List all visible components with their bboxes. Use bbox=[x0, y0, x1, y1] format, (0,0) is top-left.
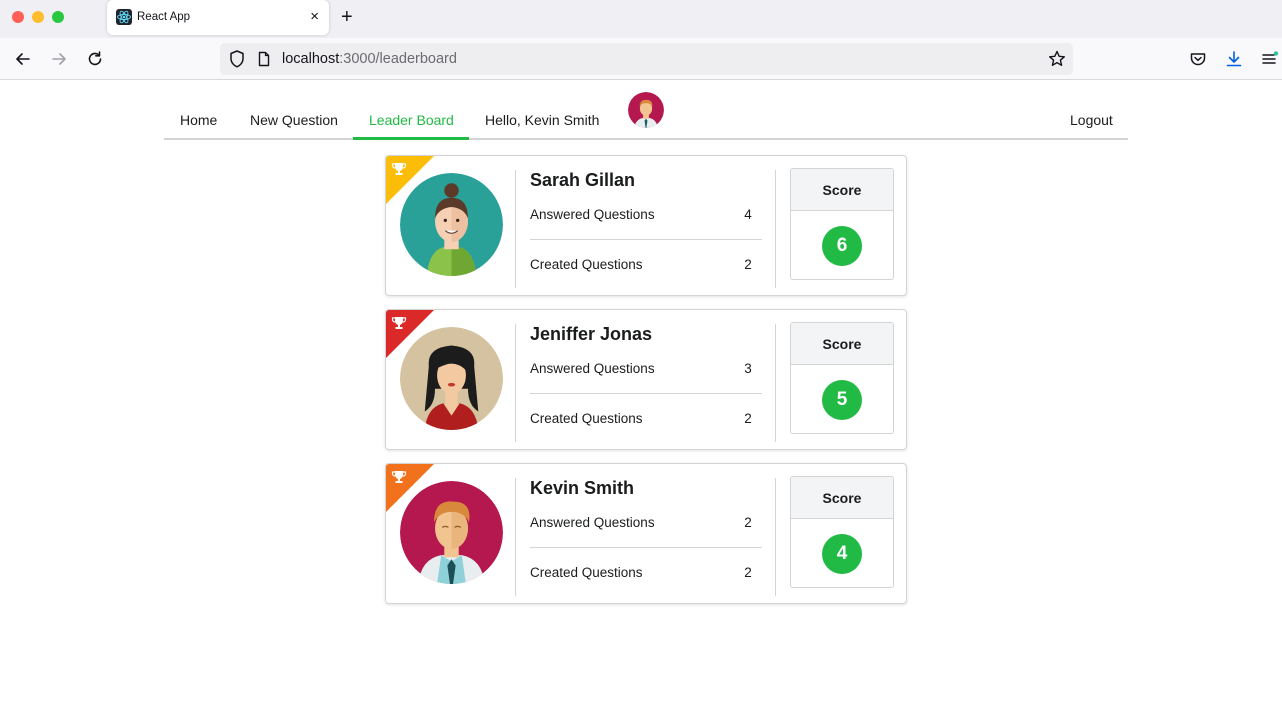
column-divider bbox=[515, 478, 516, 596]
score-box: Score 4 bbox=[790, 476, 894, 588]
user-name: Sarah Gillan bbox=[530, 170, 636, 190]
reload-icon[interactable] bbox=[84, 48, 106, 70]
answered-questions-count: 3 bbox=[744, 361, 752, 376]
nav-leader-board[interactable]: Leader Board bbox=[369, 111, 454, 129]
nav-new-question[interactable]: New Question bbox=[250, 111, 338, 129]
pocket-icon[interactable] bbox=[1187, 48, 1209, 70]
trophy-icon bbox=[391, 470, 407, 484]
shield-icon[interactable] bbox=[228, 49, 246, 74]
leaderboard-card: Sarah Gillan Answered Questions 4 Create… bbox=[385, 155, 907, 296]
stats-divider bbox=[530, 239, 762, 240]
url-text[interactable]: localhost:3000/leaderboard bbox=[282, 51, 457, 67]
user-avatar bbox=[400, 481, 503, 584]
page-content: Home New Question Leader Board Hello, Ke… bbox=[0, 81, 1282, 724]
created-questions-count: 2 bbox=[744, 411, 752, 426]
score-value: 5 bbox=[822, 380, 862, 420]
column-divider bbox=[775, 170, 776, 288]
react-logo-icon bbox=[116, 9, 132, 25]
tab-close-icon[interactable]: × bbox=[310, 8, 319, 25]
answered-questions-label: Answered Questions bbox=[530, 361, 655, 376]
close-window-button[interactable] bbox=[12, 11, 24, 23]
stats-divider bbox=[530, 393, 762, 394]
url-path: :3000/leaderboard bbox=[339, 51, 457, 67]
score-header: Score bbox=[791, 477, 893, 519]
user-name: Kevin Smith bbox=[530, 478, 635, 498]
active-nav-indicator bbox=[353, 137, 469, 140]
tab-title: React App bbox=[137, 11, 191, 23]
column-divider bbox=[775, 478, 776, 596]
trophy-icon bbox=[391, 316, 407, 330]
created-questions-label: Created Questions bbox=[530, 257, 643, 272]
trophy-icon bbox=[391, 162, 407, 176]
download-icon[interactable] bbox=[1223, 48, 1245, 70]
user-name: Jeniffer Jonas bbox=[530, 324, 653, 344]
app-menu-icon[interactable] bbox=[1258, 48, 1280, 70]
created-questions-count: 2 bbox=[744, 565, 752, 580]
answered-questions-label: Answered Questions bbox=[530, 207, 655, 222]
browser-toolbar: localhost:3000/leaderboard bbox=[0, 38, 1282, 80]
score-header: Score bbox=[791, 169, 893, 211]
stats-divider bbox=[530, 547, 762, 548]
forward-arrow-icon[interactable] bbox=[48, 48, 70, 70]
answered-questions-count: 2 bbox=[744, 515, 752, 530]
back-arrow-icon[interactable] bbox=[12, 48, 34, 70]
column-divider bbox=[515, 170, 516, 288]
leaderboard-card: Kevin Smith Answered Questions 2 Created… bbox=[385, 463, 907, 604]
logout-link[interactable]: Logout bbox=[1070, 111, 1113, 129]
score-value: 6 bbox=[822, 226, 862, 266]
nav-home[interactable]: Home bbox=[180, 111, 217, 129]
created-questions-label: Created Questions bbox=[530, 565, 643, 580]
score-box: Score 5 bbox=[790, 322, 894, 434]
new-tab-button[interactable]: + bbox=[341, 6, 353, 28]
nav-greeting: Hello, Kevin Smith bbox=[485, 112, 600, 128]
answered-questions-count: 4 bbox=[744, 207, 752, 222]
score-header: Score bbox=[791, 323, 893, 365]
nav-menu: Home New Question Leader Board Hello, Ke… bbox=[164, 81, 1128, 140]
column-divider bbox=[515, 324, 516, 442]
answered-questions-label: Answered Questions bbox=[530, 515, 655, 530]
bookmark-star-icon[interactable] bbox=[1047, 49, 1067, 74]
created-questions-count: 2 bbox=[744, 257, 752, 272]
column-divider bbox=[775, 324, 776, 442]
created-questions-label: Created Questions bbox=[530, 411, 643, 426]
leaderboard-card: Jeniffer Jonas Answered Questions 3 Crea… bbox=[385, 309, 907, 450]
user-avatar bbox=[628, 92, 664, 128]
zoom-window-button[interactable] bbox=[52, 11, 64, 23]
browser-tab-strip: React App × + bbox=[0, 0, 1282, 38]
user-avatar bbox=[400, 173, 503, 276]
url-bar[interactable]: localhost:3000/leaderboard bbox=[220, 43, 1073, 75]
url-host: localhost bbox=[282, 51, 340, 67]
score-value: 4 bbox=[822, 534, 862, 574]
user-avatar bbox=[400, 327, 503, 430]
score-box: Score 6 bbox=[790, 168, 894, 280]
page-icon bbox=[257, 51, 271, 72]
browser-tab[interactable]: React App × bbox=[107, 0, 329, 35]
minimize-window-button[interactable] bbox=[32, 11, 44, 23]
